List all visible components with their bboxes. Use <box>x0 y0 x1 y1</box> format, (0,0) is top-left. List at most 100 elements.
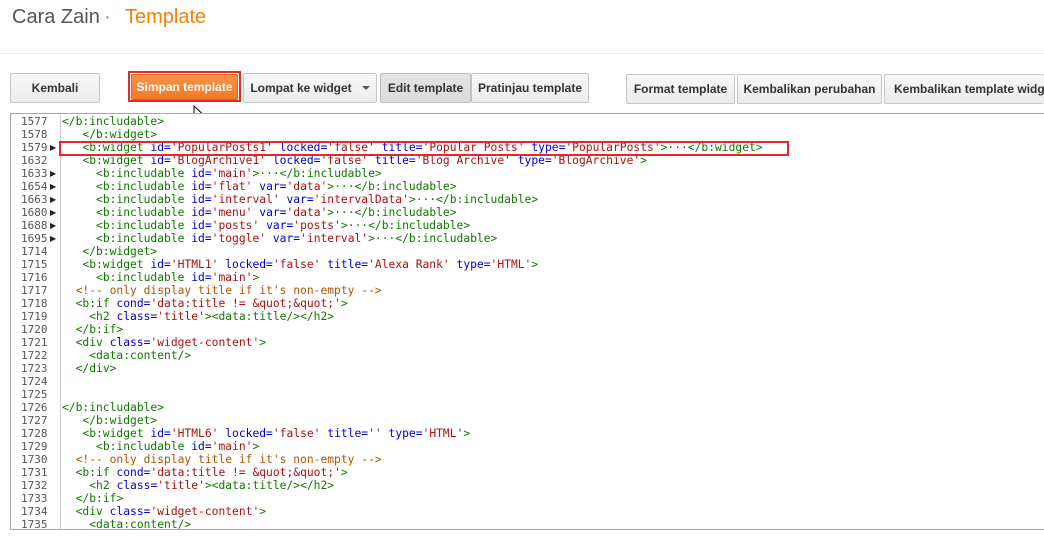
code-line[interactable]: <data:content/> <box>62 349 191 362</box>
fold-arrow-icon[interactable]: ▶ <box>50 219 56 232</box>
code-token: id= <box>191 167 212 180</box>
code-token: 'main' <box>211 271 253 284</box>
jump-to-widget-dropdown[interactable]: Lompat ke widget <box>243 73 377 103</box>
code-line[interactable]: <b:includable id='posts' var='posts'>···… <box>62 219 470 232</box>
line-number: 1730 <box>21 453 48 466</box>
edit-template-tab[interactable]: Edit template <box>380 73 471 103</box>
code-line[interactable]: </b:if> <box>62 492 124 505</box>
code-token: 'widget-content' <box>150 336 260 349</box>
code-token: type= <box>388 427 423 440</box>
code-token: 'main' <box>211 167 253 180</box>
line-number-gutter: 1577 1578 1579 ▶ 1632 1633 ▶ 1654 ▶ 1663 ▶ 1680 ▶ 168… <box>11 114 61 529</box>
line-number: 1578 <box>21 128 48 141</box>
preview-template-tab[interactable]: Pratinjau template <box>471 73 589 103</box>
fold-arrow-icon[interactable]: ▶ <box>50 206 56 219</box>
code-line[interactable]: </b:widget> <box>62 245 157 258</box>
code-line[interactable]: <b:widget id='HTML6' locked='false' titl… <box>62 427 470 440</box>
code-line[interactable]: <b:includable id='flat' var='data'>···</… <box>62 180 457 193</box>
line-number: 1680 <box>21 206 48 219</box>
line-number: 1715 <box>21 258 48 271</box>
code-line[interactable]: </b:widget> <box>62 414 157 427</box>
code-line[interactable]: <b:includable id='menu' var='data'>···</… <box>62 206 457 219</box>
code-token: </b:if> <box>75 492 124 505</box>
code-token: </b:widget> <box>82 245 158 258</box>
code-line[interactable]: <b:includable id='toggle' var='interval'… <box>62 232 497 245</box>
code-line[interactable]: </b:includable> <box>62 115 164 128</box>
code-token: </b:widget> <box>82 414 158 427</box>
line-number: 1732 <box>21 479 48 492</box>
code-line[interactable]: <h2 class='title'><data:title/></h2> <box>62 479 334 492</box>
code-token: <b:widget <box>82 427 151 440</box>
line-number: 1577 <box>21 115 48 128</box>
code-token: 'HTML' <box>422 427 464 440</box>
code-token: 'title' <box>157 479 205 492</box>
template-code-editor[interactable]: 1577 1578 1579 ▶ 1632 1633 ▶ 1654 ▶ 1663 ▶ 1680 ▶ 168… <box>10 113 1044 530</box>
line-number: 1729 <box>21 440 48 453</box>
code-line[interactable]: </b:includable> <box>62 401 164 414</box>
code-line[interactable]: <b:includable id='main'> <box>62 440 259 453</box>
revert-changes-button[interactable]: Kembalikan perubahan <box>737 74 882 104</box>
jump-to-widget-label: Lompat ke widget <box>250 81 352 95</box>
code-line[interactable]: <!-- only display title if it's non-empt… <box>62 453 382 466</box>
save-template-button[interactable]: Simpan template <box>131 74 238 100</box>
line-number: 1726 <box>21 401 48 414</box>
line-number: 1663 <box>21 193 48 206</box>
code-line[interactable]: </b:widget> <box>62 128 157 141</box>
code-line[interactable]: </b:if> <box>62 323 124 336</box>
revert-widget-templates-button[interactable]: Kembalikan template widget <box>884 74 1044 104</box>
code-token: > <box>252 440 260 453</box>
code-line[interactable]: <b:includable id='interval' var='interva… <box>62 193 538 206</box>
line-number: 1633 <box>21 167 48 180</box>
code-token: <b:widget <box>82 258 151 271</box>
code-line[interactable]: <b:includable id='main'> <box>62 271 259 284</box>
code-token: 'title' <box>157 310 205 323</box>
code-line[interactable]: <b:if cond='data:title != &quot;&quot;'> <box>62 466 348 479</box>
fold-arrow-icon[interactable]: ▶ <box>50 180 56 193</box>
fold-arrow-icon[interactable]: ▶ <box>50 167 56 180</box>
fold-arrow-icon[interactable]: ▶ <box>50 232 56 245</box>
code-token: 'HTML6' <box>170 427 219 440</box>
code-token: id= <box>191 232 212 245</box>
code-token: var= <box>259 206 287 219</box>
code-line[interactable]: <div class='widget-content'> <box>62 505 266 518</box>
format-template-button[interactable]: Format template <box>626 74 735 104</box>
code-token: >···</b:includable> <box>327 206 457 219</box>
code-token: cond= <box>116 466 151 479</box>
code-token: <data:content/> <box>89 349 192 362</box>
line-number: 1688 <box>21 219 48 232</box>
code-token: id= <box>150 427 171 440</box>
code-token: id= <box>191 271 212 284</box>
code-token: var= <box>259 180 287 193</box>
code-token: class= <box>116 310 158 323</box>
code-token: > <box>259 505 267 518</box>
fold-arrow-icon[interactable]: ▶ <box>50 193 56 206</box>
code-line[interactable]: <data:content/> <box>62 518 191 529</box>
code-line[interactable]: </div> <box>62 362 117 375</box>
code-token: <b:includable <box>96 440 192 453</box>
code-line[interactable]: <h2 class='title'><data:title/></h2> <box>62 310 334 323</box>
page-title: Template <box>125 6 207 28</box>
code-line[interactable]: <div class='widget-content'> <box>62 336 266 349</box>
code-line[interactable]: <b:if cond='data:title != &quot;&quot;'> <box>62 297 348 310</box>
code-token: ><data:title/></h2> <box>204 310 335 323</box>
code-token: </b:widget> <box>82 128 158 141</box>
code-line[interactable]: <!-- only display title if it's non-empt… <box>62 284 382 297</box>
code-token: 'data:title != &quot;&quot;' <box>150 466 341 479</box>
back-button[interactable]: Kembali <box>10 73 100 103</box>
code-line[interactable]: <b:includable id='main'>···</b:includabl… <box>62 167 382 180</box>
code-token: title= <box>327 427 369 440</box>
fold-arrow-icon[interactable]: ▶ <box>50 141 56 154</box>
code-token: 'data' <box>286 206 328 219</box>
code-token: <h2 <box>89 310 117 323</box>
code-line[interactable]: <b:widget id='HTML1' locked='false' titl… <box>62 258 538 271</box>
blog-name[interactable]: Cara Zain <box>12 6 100 29</box>
